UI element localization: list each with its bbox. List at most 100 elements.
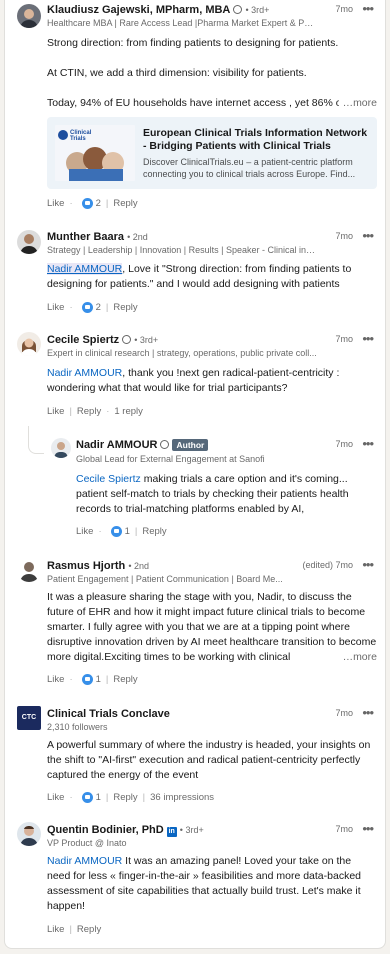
- like-button[interactable]: Like: [47, 924, 64, 935]
- commenter-headline: Global Lead for External Engagement at S…: [76, 454, 265, 464]
- more-options-icon[interactable]: •••: [362, 1, 374, 16]
- like-count[interactable]: 1: [125, 526, 130, 537]
- impressions-count: 36 impressions: [150, 792, 215, 803]
- commenter-name[interactable]: Klaudiusz Gajewski, MPharm, MBA • 3rd+: [47, 4, 269, 16]
- comment-time: 7mo: [335, 824, 353, 834]
- like-count[interactable]: 2: [96, 302, 101, 313]
- comment-actions: Like | Reply: [47, 924, 102, 935]
- linkedin-premium-icon: in: [166, 827, 177, 837]
- comment-body: A powerful summary of where the industry…: [47, 739, 371, 781]
- connection-degree: • 3rd+: [134, 335, 159, 345]
- reply-button[interactable]: Reply: [113, 198, 137, 209]
- commenter-name[interactable]: Cecile Spiertz • 3rd+: [47, 334, 158, 346]
- verified-icon: [160, 440, 170, 449]
- like-button[interactable]: Like: [47, 302, 64, 313]
- commenter-headline: VP Product @ Inato: [47, 838, 127, 848]
- link-description: Discover ClinicalTrials.eu – a patient-c…: [143, 157, 356, 179]
- comment-time: 7mo: [335, 334, 353, 344]
- connection-degree: • 2nd: [127, 232, 148, 242]
- like-button[interactable]: Like: [47, 406, 64, 417]
- like-count[interactable]: 2: [96, 198, 101, 209]
- avatar[interactable]: [17, 822, 41, 846]
- more-options-icon[interactable]: •••: [362, 821, 374, 836]
- comment-text: Nadir AMMOUR, Love it "Strong direction:…: [47, 262, 377, 292]
- reply-button[interactable]: Reply: [77, 924, 101, 935]
- mention-link[interactable]: Nadir AMMOUR: [47, 263, 123, 275]
- avatar[interactable]: [17, 4, 41, 28]
- like-reaction-icon: [81, 792, 93, 803]
- commenter-name[interactable]: Clinical Trials Conclave: [47, 708, 170, 720]
- like-button[interactable]: Like: [47, 198, 64, 209]
- more-options-icon[interactable]: •••: [362, 228, 374, 243]
- commenter-headline: Patient Engagement | Patient Communicati…: [47, 574, 283, 584]
- comment-text: Cecile Spiertz making trials a care opti…: [76, 472, 379, 517]
- more-options-icon[interactable]: •••: [362, 557, 374, 572]
- comment-time: 7mo: [335, 708, 353, 718]
- comment-time: 7mo: [335, 439, 353, 449]
- comment-actions: Like · 1 | Reply: [76, 526, 167, 537]
- like-count[interactable]: 1: [96, 792, 101, 803]
- avatar[interactable]: [17, 230, 41, 254]
- like-reaction-icon: [110, 526, 122, 537]
- more-options-icon[interactable]: •••: [362, 331, 374, 346]
- replies-count[interactable]: 1 reply: [114, 406, 143, 417]
- comment-actions: Like · 2 | Reply: [47, 302, 138, 313]
- commenter-headline: Expert in clinical research | strategy, …: [47, 348, 317, 358]
- commenter-name[interactable]: Rasmus Hjorth • 2nd: [47, 560, 149, 572]
- verified-icon: [122, 335, 132, 344]
- company-logo[interactable]: CTC: [17, 706, 41, 730]
- avatar[interactable]: [17, 558, 41, 582]
- comments-card: Klaudiusz Gajewski, MPharm, MBA • 3rd+ H…: [4, 0, 386, 949]
- like-count[interactable]: 1: [96, 674, 101, 685]
- connection-degree: • 3rd+: [179, 825, 204, 835]
- comment-paragraph: Strong direction: from finding patients …: [47, 37, 339, 49]
- comment-actions: Like · 2 | Reply: [47, 198, 138, 209]
- link-title: European Clinical Trials Information Net…: [143, 127, 368, 152]
- like-reaction-icon: [81, 302, 93, 313]
- thread-connector: [28, 426, 44, 454]
- like-reaction-icon: [81, 674, 93, 685]
- connection-degree: • 2nd: [128, 561, 149, 571]
- comment-time: 7mo: [335, 4, 353, 14]
- comment-text: Nadir AMMOUR It was an amazing panel! Lo…: [47, 854, 377, 914]
- comment-text: A powerful summary of where the industry…: [47, 738, 377, 783]
- logo-text: CTC: [21, 714, 37, 721]
- link-preview-card[interactable]: Clinical Trials European Clinical Trials…: [47, 117, 377, 189]
- comment-body: It was a pleasure sharing the stage with…: [47, 591, 377, 663]
- comment-text: Strong direction: from finding patients …: [47, 36, 377, 111]
- comment-actions: Like · 1 | Reply: [47, 674, 138, 685]
- mention-link[interactable]: Nadir AMMOUR: [47, 367, 122, 379]
- like-reaction-icon: [81, 198, 93, 209]
- commenter-name[interactable]: Nadir AMMOUR Author: [76, 439, 209, 451]
- follower-count: 2,310 followers: [47, 722, 108, 732]
- like-button[interactable]: Like: [47, 792, 64, 803]
- author-badge: Author: [172, 439, 209, 451]
- comment-text: Nadir AMMOUR, thank you !next gen radica…: [47, 366, 377, 396]
- mention-link[interactable]: Cecile Spiertz: [76, 473, 141, 485]
- reply-button[interactable]: Reply: [77, 406, 101, 417]
- avatar[interactable]: [51, 438, 71, 458]
- reply-button[interactable]: Reply: [113, 792, 137, 803]
- verified-icon: [233, 5, 243, 14]
- avatar[interactable]: [17, 332, 41, 356]
- more-options-icon[interactable]: •••: [362, 705, 374, 720]
- commenter-headline: Healthcare MBA | Rare Access Lead |Pharm…: [47, 18, 317, 28]
- mention-link[interactable]: Nadir AMMOUR: [47, 855, 122, 867]
- commenter-name[interactable]: Quentin Bodinier, PhD in • 3rd+: [47, 824, 204, 837]
- like-button[interactable]: Like: [47, 674, 64, 685]
- more-options-icon[interactable]: •••: [362, 436, 374, 451]
- reply-button[interactable]: Reply: [113, 674, 137, 685]
- comment-actions: Like · 1 | Reply | 36 impressions: [47, 792, 215, 803]
- see-more-button[interactable]: …more: [338, 650, 377, 665]
- reply-button[interactable]: Reply: [113, 302, 137, 313]
- comment-text: It was a pleasure sharing the stage with…: [47, 590, 377, 665]
- thumbnail-text: Clinical Trials: [70, 130, 92, 142]
- comment-paragraph: Today, 94% of EU households have interne…: [47, 97, 345, 109]
- see-more-button[interactable]: …more: [338, 96, 377, 111]
- link-thumbnail: Clinical Trials: [55, 125, 135, 181]
- commenter-name[interactable]: Munther Baara • 2nd: [47, 231, 148, 243]
- connection-degree: • 3rd+: [245, 5, 270, 15]
- like-button[interactable]: Like: [76, 526, 93, 537]
- reply-button[interactable]: Reply: [142, 526, 166, 537]
- comment-actions: Like | Reply · 1 reply: [47, 406, 143, 417]
